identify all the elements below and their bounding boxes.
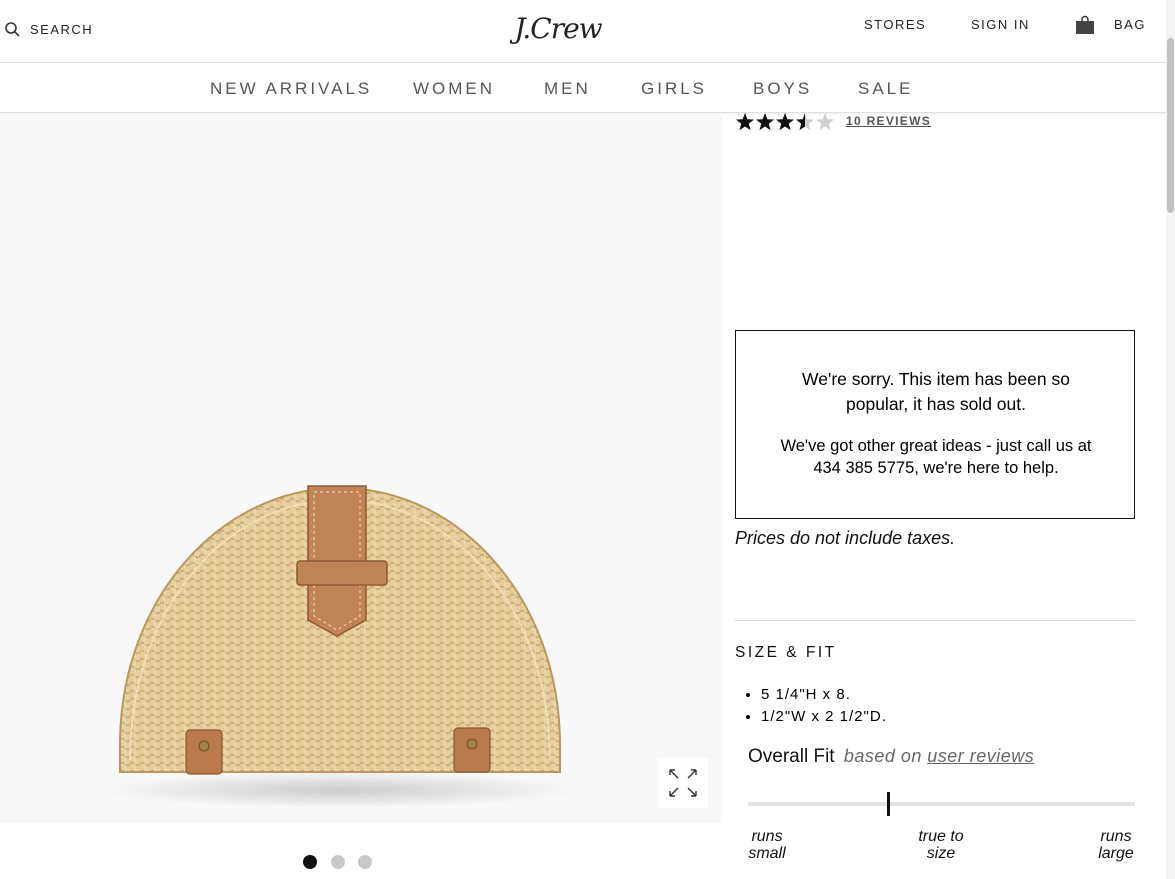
jcrew-logo[interactable]: J.Crew: [508, 3, 608, 53]
nav-boys[interactable]: BOYS: [753, 79, 812, 99]
fit-label-runs-small: runs small: [748, 828, 786, 862]
overall-fit-label: Overall Fit: [748, 746, 835, 767]
fit-label-line: small: [748, 845, 786, 862]
expand-icon: [669, 769, 697, 797]
fit-label-line: runs: [751, 828, 783, 845]
size-fit-list: 5 1/4"H x 8. 1/2"W x 2 1/2"D.: [735, 684, 887, 728]
nav-sale[interactable]: SALE: [858, 79, 913, 99]
nav-new-arrivals[interactable]: NEW ARRIVALS: [210, 79, 372, 99]
carousel-dot-2[interactable]: [331, 855, 345, 869]
fit-label-line: true to: [918, 828, 964, 845]
size-fit-bullet: 1/2"W x 2 1/2"D.: [761, 706, 887, 728]
fit-label-line: runs: [1100, 828, 1132, 845]
section-divider: [735, 620, 1135, 621]
nav-men[interactable]: MEN: [544, 79, 591, 99]
search-icon: [5, 22, 20, 37]
shopping-bag-icon[interactable]: [1075, 15, 1095, 35]
taxes-note: Prices do not include taxes.: [735, 528, 956, 548]
nav-girls[interactable]: GIRLS: [641, 79, 707, 99]
size-fit-title: SIZE & FIT: [735, 644, 837, 661]
based-on-text: based on: [843, 746, 922, 766]
star-icon: [775, 113, 795, 131]
fit-scale-marker: [887, 792, 890, 816]
star-rating: [735, 112, 835, 132]
product-image: [100, 485, 580, 808]
fit-label-runs-large: runs large: [1096, 828, 1136, 862]
sold-out-title: We're sorry. This item has been so popul…: [802, 369, 1070, 414]
user-reviews-link[interactable]: user reviews: [927, 746, 1034, 766]
fit-label-true-to-size: true to size: [909, 828, 973, 862]
image-carousel-dots: [0, 855, 722, 871]
bag-link[interactable]: BAG: [1114, 17, 1146, 32]
sold-out-box: We're sorry. This item has been so popul…: [735, 330, 1135, 519]
rating-stars: [735, 113, 835, 131]
overall-fit-heading: Overall Fit based on user reviews: [748, 746, 1034, 768]
scrollbar-thumb[interactable]: [1167, 38, 1174, 213]
carousel-dot-3[interactable]: [358, 855, 372, 869]
expand-image-button[interactable]: [658, 758, 708, 808]
sold-out-message: We've got other great ideas - just call …: [780, 437, 1092, 477]
reviews-link[interactable]: 10 REVIEWS: [846, 114, 931, 128]
search-label: SEARCH: [30, 21, 94, 37]
fit-label-line: size: [926, 845, 956, 862]
page-scrollbar[interactable]: [1166, 0, 1175, 879]
star-icon: [815, 113, 835, 131]
sign-in-link[interactable]: SIGN IN: [971, 17, 1030, 32]
star-icon: [795, 113, 815, 131]
site-header: SEARCH J.Crew STORES SIGN IN BAG: [0, 0, 1166, 63]
carousel-dot-1[interactable]: [303, 855, 317, 869]
stores-link[interactable]: STORES: [864, 17, 926, 32]
size-fit-bullet: 5 1/4"H x 8.: [761, 684, 887, 706]
nav-women[interactable]: WOMEN: [413, 79, 495, 99]
product-image-panel[interactable]: [0, 113, 722, 823]
fit-scale-track: [748, 802, 1135, 806]
fit-label-line: large: [1098, 845, 1134, 862]
star-icon: [755, 113, 775, 131]
main-nav: NEW ARRIVALS WOMEN MEN GIRLS BOYS SALE: [0, 63, 1166, 113]
star-icon: [735, 113, 755, 131]
search-button[interactable]: SEARCH: [4, 20, 93, 38]
